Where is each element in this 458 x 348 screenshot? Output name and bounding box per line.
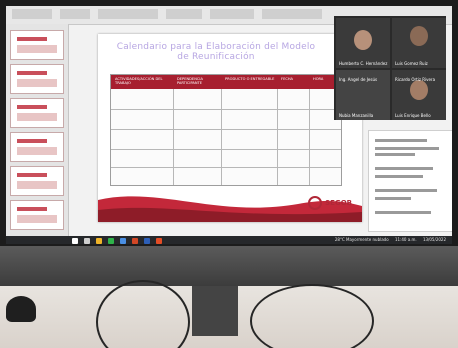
slide-title: Calendario para la Elaboración del Model… bbox=[106, 42, 326, 62]
participant-name: Luis Gomez Ruiz bbox=[395, 61, 428, 66]
slide-thumbnail[interactable] bbox=[10, 64, 64, 94]
brand-logo: SEGOB bbox=[308, 196, 352, 210]
table-row bbox=[111, 167, 341, 168]
table-row bbox=[111, 129, 341, 130]
weather-label: 28°C Mayormente nublado bbox=[334, 237, 389, 242]
slide-thumbnails bbox=[6, 24, 69, 236]
edge-icon[interactable] bbox=[120, 238, 126, 244]
schedule-table: ACTIVIDADES/ACCIÓN DEL TRABAJO DEPENDENC… bbox=[110, 74, 342, 186]
clock-time: 11:40 a.m. bbox=[394, 237, 417, 242]
participant-name: Nubia Manzanilla bbox=[339, 113, 374, 118]
participant-name: Luis Enrique Bello bbox=[395, 113, 431, 118]
slide-title-line1: Calendario para la Elaboración del Model… bbox=[116, 42, 316, 52]
slide-thumbnail[interactable] bbox=[10, 166, 64, 196]
current-slide: Calendario para la Elaboración del Model… bbox=[98, 34, 362, 222]
slide-title-line2: de Reunificación bbox=[177, 52, 255, 62]
meeting-chat-panel bbox=[368, 130, 452, 232]
system-tray: 28°C Mayormente nublado 11:40 a.m. 13/05… bbox=[335, 237, 446, 242]
table-row bbox=[111, 149, 341, 150]
table-header-cell: DEPENDENCIA PARTICIPANTE bbox=[177, 77, 203, 85]
participant-tile[interactable]: Ing. Angel de Jesús Nubia Manzanilla bbox=[336, 70, 390, 120]
table-header-cell: ACTIVIDADES/ACCIÓN DEL TRABAJO bbox=[115, 77, 163, 85]
video-call-panel: Humberto C. Hernández Luis Gomez Ruiz In… bbox=[334, 16, 446, 120]
table-header-cell: PRODUCTO O ENTREGABLE bbox=[225, 77, 275, 81]
app-icon[interactable] bbox=[156, 238, 162, 244]
slide-thumbnail[interactable] bbox=[10, 132, 64, 162]
participant-tile[interactable]: Ricardo Ortiz Rivera Luis Enrique Bello bbox=[392, 70, 446, 120]
table-header-cell: FECHA bbox=[281, 77, 294, 81]
taskbar: 28°C Mayormente nublado 11:40 a.m. 13/05… bbox=[6, 236, 452, 244]
word-icon[interactable] bbox=[144, 238, 150, 244]
monitor-bezel bbox=[0, 246, 458, 286]
monitor: Calendario para la Elaboración del Model… bbox=[0, 0, 458, 258]
participant-name: Humberto C. Hernández bbox=[339, 61, 388, 66]
slide-thumbnail[interactable] bbox=[10, 200, 64, 230]
slide-thumbnail[interactable] bbox=[10, 98, 64, 128]
start-icon[interactable] bbox=[72, 238, 78, 244]
search-icon[interactable] bbox=[84, 238, 90, 244]
folder-icon[interactable] bbox=[96, 238, 102, 244]
cable bbox=[250, 284, 374, 348]
q-logo-icon bbox=[308, 196, 323, 210]
participant-tile[interactable]: Luis Gomez Ruiz bbox=[392, 18, 446, 68]
photo: Calendario para la Elaboración del Model… bbox=[0, 0, 458, 348]
table-row bbox=[111, 109, 341, 110]
participant-name: Ing. Angel de Jesús bbox=[339, 77, 378, 82]
whatsapp-icon[interactable] bbox=[108, 238, 114, 244]
slide-thumbnail[interactable] bbox=[10, 30, 64, 60]
table-header: ACTIVIDADES/ACCIÓN DEL TRABAJO DEPENDENC… bbox=[111, 75, 341, 89]
participant-name: Ricardo Ortiz Rivera bbox=[395, 77, 436, 82]
clock-date: 13/05/2022 bbox=[422, 237, 446, 242]
desk-object bbox=[6, 296, 36, 322]
monitor-stand bbox=[192, 286, 238, 336]
powerpoint-icon[interactable] bbox=[132, 238, 138, 244]
participant-tile[interactable]: Humberto C. Hernández bbox=[336, 18, 390, 68]
